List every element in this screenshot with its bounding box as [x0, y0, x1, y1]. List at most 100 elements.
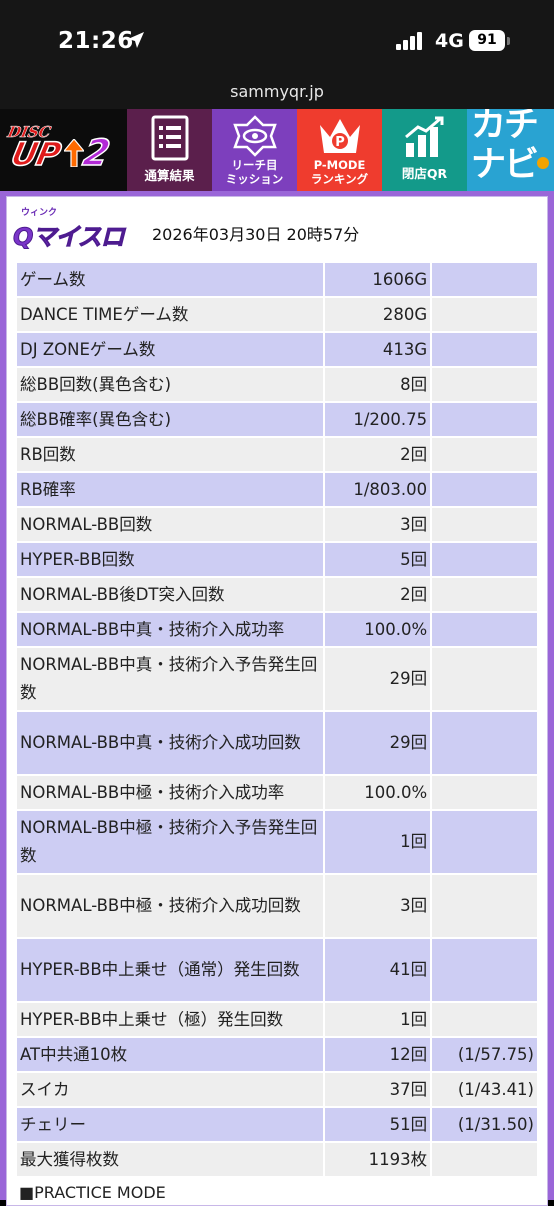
stat-value: 2回 [325, 438, 431, 471]
table-row: 総BB回数(異色含む) 8回 [17, 368, 537, 401]
stat-ratio [432, 875, 537, 937]
table-row: NORMAL-BB中真・技術介入成功回数 29回 [17, 712, 537, 774]
nav-closing-qr[interactable]: 閉店QR [382, 109, 467, 191]
stats-table: ゲーム数 1606G DANCE TIMEゲーム数 280G DJ ZONEゲーム数 41… [15, 261, 539, 1178]
cellular-signal-icon [396, 32, 426, 50]
stat-label: チェリー [17, 1108, 324, 1141]
disc-up2-logo[interactable]: DISC UP 2 [0, 109, 127, 191]
table-row: DJ ZONEゲーム数 413G [17, 333, 537, 366]
stat-ratio [432, 263, 537, 296]
stat-label: NORMAL-BB回数 [17, 508, 324, 541]
stat-label: RB回数 [17, 438, 324, 471]
stat-value: 280G [325, 298, 431, 331]
stat-value: 8回 [325, 368, 431, 401]
stat-value: 37回 [325, 1073, 431, 1106]
table-row: HYPER-BB回数 5回 [17, 543, 537, 576]
practice-mode-heading: ■PRACTICE MODE [19, 1183, 166, 1202]
stat-label: DANCE TIMEゲーム数 [17, 298, 324, 331]
stat-ratio [432, 648, 537, 710]
document-list-icon [151, 115, 188, 161]
top-nav: DISC UP 2 通算結果 リーチ目 ミッション P P-MODE ランキング… [0, 109, 554, 191]
table-row: NORMAL-BB中真・技術介入成功率 100.0% [17, 613, 537, 646]
table-row: RB回数 2回 [17, 438, 537, 471]
nav-total-results-label: 通算結果 [144, 168, 195, 183]
timestamp: 2026年03月30日 20時57分 [152, 225, 360, 244]
crown-icon: P [319, 119, 360, 153]
nav-reach-mission-label-2: ミッション [225, 172, 284, 186]
stat-ratio [432, 438, 537, 471]
stat-label: HYPER-BB中上乗せ（極）発生回数 [17, 1003, 324, 1036]
stat-ratio [432, 333, 537, 366]
table-row: チェリー 51回 (1/31.50) [17, 1108, 537, 1141]
nav-total-results[interactable]: 通算結果 [127, 109, 212, 191]
stat-value: 29回 [325, 712, 431, 774]
q-myslo-logo: ウィンク Qマイスロ [13, 207, 149, 255]
stat-value: 2回 [325, 578, 431, 611]
nav-kachinavi[interactable]: カチナビ [467, 109, 554, 191]
stat-ratio [432, 578, 537, 611]
table-row: NORMAL-BB中極・技術介入成功回数 3回 [17, 875, 537, 937]
stat-value: 1/803.00 [325, 473, 431, 506]
stat-ratio [432, 473, 537, 506]
signal-dot-icon [537, 157, 549, 169]
table-row: NORMAL-BB中極・技術介入予告発生回数 1回 [17, 811, 537, 873]
rising-chart-icon [404, 116, 443, 157]
stat-label: NORMAL-BB中極・技術介入成功率 [17, 776, 324, 809]
stat-value: 12回 [325, 1038, 431, 1071]
stat-ratio [432, 508, 537, 541]
battery-nub [507, 37, 510, 45]
battery-icon: 91 [469, 30, 505, 51]
clock: 21:26 [58, 28, 134, 54]
nav-reach-mission[interactable]: リーチ目 ミッション [212, 109, 297, 191]
url-bar[interactable]: sammyqr.jp [0, 80, 554, 109]
table-row: HYPER-BB中上乗せ（通常）発生回数 41回 [17, 939, 537, 1001]
table-row: NORMAL-BB回数 3回 [17, 508, 537, 541]
logo-up-text: UP [7, 134, 64, 174]
stat-value: 5回 [325, 543, 431, 576]
stat-value: 1193枚 [325, 1143, 431, 1176]
stat-ratio [432, 939, 537, 1001]
stat-label: NORMAL-BB中真・技術介入成功率 [17, 613, 324, 646]
brand-main-text: Qマイスロ [13, 223, 126, 252]
table-row: NORMAL-BB中真・技術介入予告発生回数 29回 [17, 648, 537, 710]
stat-ratio [432, 403, 537, 436]
stat-ratio [432, 776, 537, 809]
stat-label: NORMAL-BB後DT突入回数 [17, 578, 324, 611]
table-row: ゲーム数 1606G [17, 263, 537, 296]
stat-value: 100.0% [325, 613, 431, 646]
nav-closing-qr-label: 閉店QR [401, 166, 448, 181]
stat-ratio [432, 298, 537, 331]
stat-label: DJ ZONEゲーム数 [17, 333, 324, 366]
stat-label: スイカ [17, 1073, 324, 1106]
stat-label: NORMAL-BB中真・技術介入予告発生回数 [17, 648, 324, 710]
stat-ratio [432, 368, 537, 401]
svg-text:P: P [335, 135, 345, 150]
table-row: NORMAL-BB後DT突入回数 2回 [17, 578, 537, 611]
nav-pmode-ranking-label-1: P-MODE [313, 158, 366, 172]
stat-ratio: (1/43.41) [432, 1073, 537, 1106]
stat-value: 29回 [325, 648, 431, 710]
logo-number-text: 2 [79, 132, 114, 175]
stat-ratio [432, 811, 537, 873]
nav-kachinavi-label: カチナビ [471, 109, 539, 185]
table-row: AT中共通10枚 12回 (1/57.75) [17, 1038, 537, 1071]
stat-label: 総BB確率(異色含む) [17, 403, 324, 436]
stat-ratio [432, 1143, 537, 1176]
stat-value: 413G [325, 333, 431, 366]
nav-pmode-ranking[interactable]: P P-MODE ランキング [297, 109, 382, 191]
table-row: RB確率 1/803.00 [17, 473, 537, 506]
stat-label: NORMAL-BB中極・技術介入成功回数 [17, 875, 324, 937]
nav-reach-mission-label-1: リーチ目 [231, 158, 278, 172]
location-arrow-icon [128, 32, 144, 48]
nav-pmode-ranking-label-2: ランキング [310, 172, 369, 186]
stat-value: 1/200.75 [325, 403, 431, 436]
stat-label: AT中共通10枚 [17, 1038, 324, 1071]
stat-ratio: (1/31.50) [432, 1108, 537, 1141]
eye-emblem-icon [232, 115, 277, 157]
stat-label: RB確率 [17, 473, 324, 506]
table-row: スイカ 37回 (1/43.41) [17, 1073, 537, 1106]
stat-value: 51回 [325, 1108, 431, 1141]
stat-value: 41回 [325, 939, 431, 1001]
stat-label: ゲーム数 [17, 263, 324, 296]
stat-ratio [432, 1003, 537, 1036]
